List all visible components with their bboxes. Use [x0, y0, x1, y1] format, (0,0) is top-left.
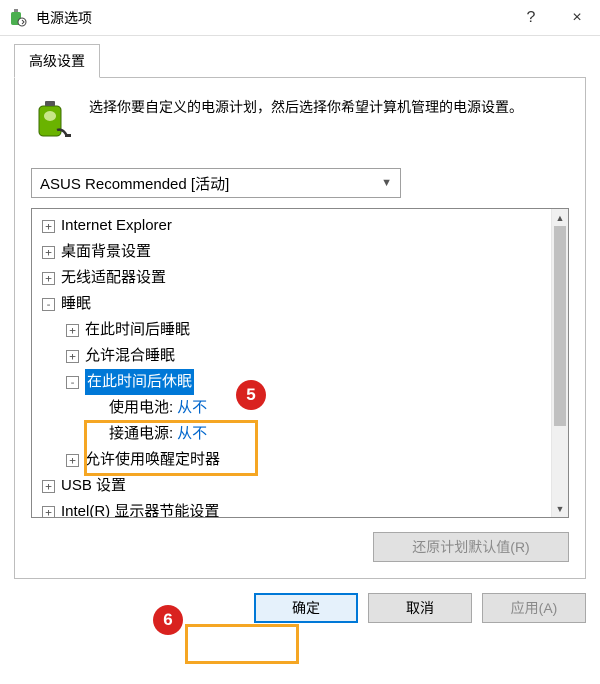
expand-icon[interactable]: + [42, 272, 55, 285]
tree-value[interactable]: 从不 [177, 421, 207, 447]
tree-label: 在此时间后睡眠 [85, 317, 190, 343]
chevron-down-icon: ▼ [381, 177, 392, 189]
app-icon [8, 8, 28, 28]
tree-row[interactable]: -在此时间后休眠 [36, 369, 551, 395]
tree-label: Intel(R) 显示器节能设置 [61, 499, 219, 517]
dialog-buttons: 确定 取消 应用(A) [14, 593, 586, 623]
expand-icon[interactable]: + [42, 220, 55, 233]
tree-label: Internet Explorer [61, 213, 172, 239]
tree-label: 桌面背景设置 [61, 239, 151, 265]
tree-label: 允许使用唤醒定时器 [85, 447, 220, 473]
tree-row[interactable]: + 桌面背景设置 [36, 239, 551, 265]
tree-label: USB 设置 [61, 473, 126, 499]
expand-icon[interactable]: + [42, 480, 55, 493]
expand-icon[interactable]: + [42, 246, 55, 259]
cancel-button[interactable]: 取消 [368, 593, 472, 623]
tree-label: 睡眠 [61, 291, 91, 317]
tree-row[interactable]: + 在此时间后睡眠 [36, 317, 551, 343]
plan-value: ASUS Recommended [活动] [40, 173, 229, 194]
tree-row[interactable]: + 允许使用唤醒定时器 [36, 447, 551, 473]
help-button[interactable]: ? [508, 0, 554, 36]
titlebar: 电源选项 ? × [0, 0, 600, 36]
tree-value[interactable]: 从不 [177, 395, 207, 421]
scroll-down-icon[interactable]: ▼ [552, 500, 568, 517]
tree-label: 接通电源: [109, 421, 173, 447]
scroll-thumb[interactable] [554, 226, 566, 426]
tree-label: 允许混合睡眠 [85, 343, 175, 369]
tree-content[interactable]: +Internet Explorer+桌面背景设置+无线适配器设置-睡眠+在此时… [32, 209, 551, 517]
expand-icon[interactable]: + [42, 506, 55, 518]
tabstrip: 高级设置 [14, 46, 586, 78]
client-area: 高级设置 选择你要自定义的电源计划，然后选择你希望计算机管理的电源设置。 ASU… [0, 36, 600, 637]
window-title: 电源选项 [36, 8, 508, 28]
tree-spacer [90, 402, 103, 415]
tree-row[interactable]: 接通电源:从不 [36, 421, 551, 447]
scroll-up-icon[interactable]: ▲ [552, 209, 568, 226]
description-text: 选择你要自定义的电源计划，然后选择你希望计算机管理的电源设置。 [89, 96, 523, 118]
settings-tree: +Internet Explorer+桌面背景设置+无线适配器设置-睡眠+在此时… [31, 208, 569, 518]
collapse-icon[interactable]: - [42, 298, 55, 311]
collapse-icon[interactable]: - [66, 376, 79, 389]
ok-button[interactable]: 确定 [254, 593, 358, 623]
tree-row[interactable]: + USB 设置 [36, 473, 551, 499]
tab-advanced[interactable]: 高级设置 [14, 44, 100, 78]
expand-icon[interactable]: + [66, 350, 79, 363]
expand-icon[interactable]: + [66, 324, 79, 337]
restore-defaults-button[interactable]: 还原计划默认值(R) [373, 532, 569, 562]
plan-dropdown[interactable]: ASUS Recommended [活动] ▼ [31, 168, 401, 198]
tree-row[interactable]: -睡眠 [36, 291, 551, 317]
close-button[interactable]: × [554, 0, 600, 36]
expand-icon[interactable]: + [66, 454, 79, 467]
apply-button[interactable]: 应用(A) [482, 593, 586, 623]
tree-row[interactable]: + 允许混合睡眠 [36, 343, 551, 369]
battery-icon [31, 96, 75, 140]
tree-label: 无线适配器设置 [61, 265, 166, 291]
tree-label: 在此时间后休眠 [85, 369, 194, 395]
tree-row[interactable]: 使用电池:从不 [36, 395, 551, 421]
tree-row[interactable]: + Intel(R) 显示器节能设置 [36, 499, 551, 517]
tree-row[interactable]: + Internet Explorer [36, 213, 551, 239]
scrollbar[interactable]: ▲ ▼ [551, 209, 568, 517]
tree-spacer [90, 428, 103, 441]
tab-body: 选择你要自定义的电源计划，然后选择你希望计算机管理的电源设置。 ASUS Rec… [14, 78, 586, 579]
scroll-track[interactable] [552, 226, 568, 500]
tree-label: 使用电池: [109, 395, 173, 421]
tree-row[interactable]: + 无线适配器设置 [36, 265, 551, 291]
